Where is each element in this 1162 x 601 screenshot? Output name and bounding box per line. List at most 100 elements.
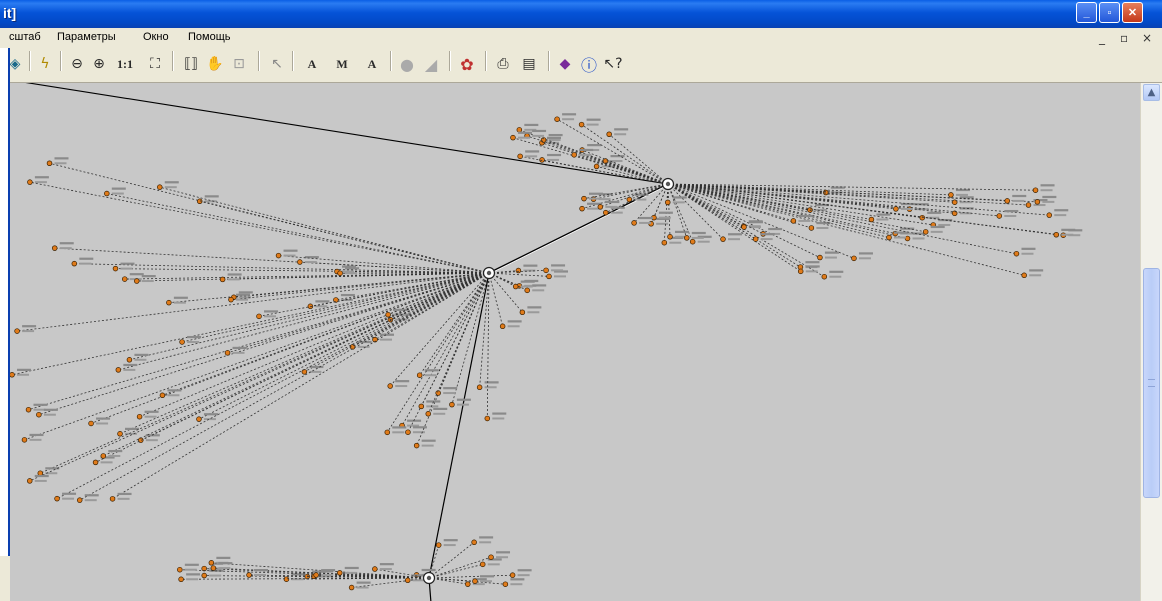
palette-icon[interactable]: ✿: [456, 52, 478, 76]
zoom-select-icon[interactable]: ⟦⟧: [180, 52, 202, 76]
feeder-line: [11, 272, 490, 376]
node-label-mark: [203, 418, 216, 421]
consumer-node: [126, 357, 133, 363]
consumer-node: [25, 406, 32, 413]
consumer-node: [418, 403, 425, 410]
lightning-icon[interactable]: ϟ: [34, 52, 56, 76]
mdi-close-button[interactable]: ×: [1142, 31, 1152, 45]
scroll-up-button[interactable]: ▲: [1143, 84, 1160, 101]
node-label-mark: [548, 133, 563, 137]
redraw-icon[interactable]: ⊡: [228, 52, 250, 76]
zoom-in-icon[interactable]: ⊕: [88, 52, 110, 76]
node-label-mark: [33, 408, 46, 411]
feeder-line: [451, 272, 490, 405]
restore-button[interactable]: ▫: [1099, 2, 1120, 23]
node-label-mark: [605, 200, 620, 204]
circle-shape-icon[interactable]: ●: [396, 52, 418, 76]
network-diagram[interactable]: [10, 83, 1140, 601]
node-label-mark: [959, 201, 972, 204]
node-label-mark: [117, 492, 132, 496]
feeder-line: [74, 263, 490, 274]
node-label-mark: [304, 261, 317, 264]
node-label-mark: [426, 405, 439, 408]
hub-center-core: [486, 270, 492, 276]
pan-hand-icon[interactable]: ✋: [204, 52, 226, 76]
trunk-line: [428, 272, 490, 579]
menu-scale[interactable]: сштаб: [9, 31, 41, 43]
node-label-mark: [547, 153, 562, 157]
toolbar-separator: [390, 51, 392, 71]
feeder-line: [428, 577, 476, 582]
node-label-mark: [144, 410, 159, 413]
node-label-mark: [894, 231, 909, 234]
label-nodes-icon[interactable]: A: [298, 52, 326, 76]
node-label-mark: [1029, 269, 1044, 272]
consumer-node: [823, 189, 829, 196]
menu-window[interactable]: Окно: [143, 31, 169, 43]
node-label-mark: [345, 267, 360, 270]
node-label-mark: [17, 368, 32, 371]
label-markers-icon[interactable]: M: [328, 52, 356, 76]
node-label-mark: [805, 261, 820, 264]
minimize-button[interactable]: _: [1076, 2, 1097, 23]
feeder-line: [29, 181, 490, 274]
consumer-node: [597, 204, 604, 210]
print-setup-icon[interactable]: ▤: [518, 52, 540, 76]
feeder-line: [258, 272, 490, 317]
menu-parameters[interactable]: Параметры: [57, 31, 116, 43]
node-label-mark: [927, 211, 942, 214]
node-label-mark: [144, 415, 157, 418]
info-icon[interactable]: ⓘ: [578, 52, 600, 76]
node-label-mark: [586, 123, 599, 126]
node-label-mark: [588, 197, 601, 200]
title-bar: it] _ ▫ ✕: [0, 0, 1162, 28]
close-button[interactable]: ✕: [1122, 2, 1143, 23]
consumer-node: [665, 199, 671, 206]
mdi-minimize-button[interactable]: _: [1099, 31, 1105, 45]
feeder-line: [24, 272, 490, 441]
node-label-mark: [357, 340, 372, 344]
node-label-mark: [43, 413, 56, 416]
node-label-mark: [697, 240, 710, 243]
mdi-restore-button[interactable]: ▫: [1120, 31, 1128, 45]
consumer-node: [224, 350, 231, 356]
consumer-node: [752, 236, 759, 242]
zoom-actual-button[interactable]: 1:1: [110, 52, 140, 76]
consumer-node: [581, 195, 587, 202]
node-label-mark: [551, 264, 566, 267]
fill-shape-icon[interactable]: ◢: [420, 52, 442, 76]
node-label-mark: [634, 198, 647, 201]
consumer-node: [121, 276, 128, 282]
node-label-mark: [959, 212, 972, 215]
context-help-icon[interactable]: ↖?: [602, 52, 624, 76]
scroll-thumb[interactable]: [1143, 268, 1160, 498]
node-label-mark: [658, 211, 673, 214]
pointer-icon[interactable]: ↖: [266, 52, 288, 76]
node-label-mark: [392, 431, 405, 434]
node-label-mark: [218, 562, 233, 565]
consumer-node: [179, 339, 185, 345]
node-label-mark: [760, 233, 775, 236]
consumer-node: [26, 478, 33, 484]
consumer-node: [283, 576, 290, 582]
text-labels-icon[interactable]: A: [358, 52, 386, 76]
vertical-scrollbar[interactable]: ▲: [1140, 83, 1162, 601]
zoom-out-icon[interactable]: ⊖: [66, 52, 88, 76]
diagram-canvas[interactable]: [10, 83, 1140, 601]
consumer-node: [667, 234, 673, 240]
print-icon[interactable]: ⎙: [492, 52, 514, 76]
node-label-mark: [345, 272, 358, 275]
consumer-node: [384, 429, 391, 436]
consumer-node: [109, 496, 116, 502]
node-label-mark: [412, 431, 425, 434]
fit-window-icon[interactable]: ⛶: [144, 52, 166, 76]
consumer-node: [603, 209, 609, 216]
node-label-mark: [1029, 274, 1042, 277]
menu-help[interactable]: Помощь: [188, 31, 231, 43]
node-label-mark: [34, 176, 49, 179]
consumer-node: [689, 238, 696, 245]
consumer-node: [684, 235, 690, 241]
help-book-icon[interactable]: ◆: [554, 52, 576, 76]
consumer-node: [571, 152, 577, 158]
feeder-line: [488, 272, 504, 327]
